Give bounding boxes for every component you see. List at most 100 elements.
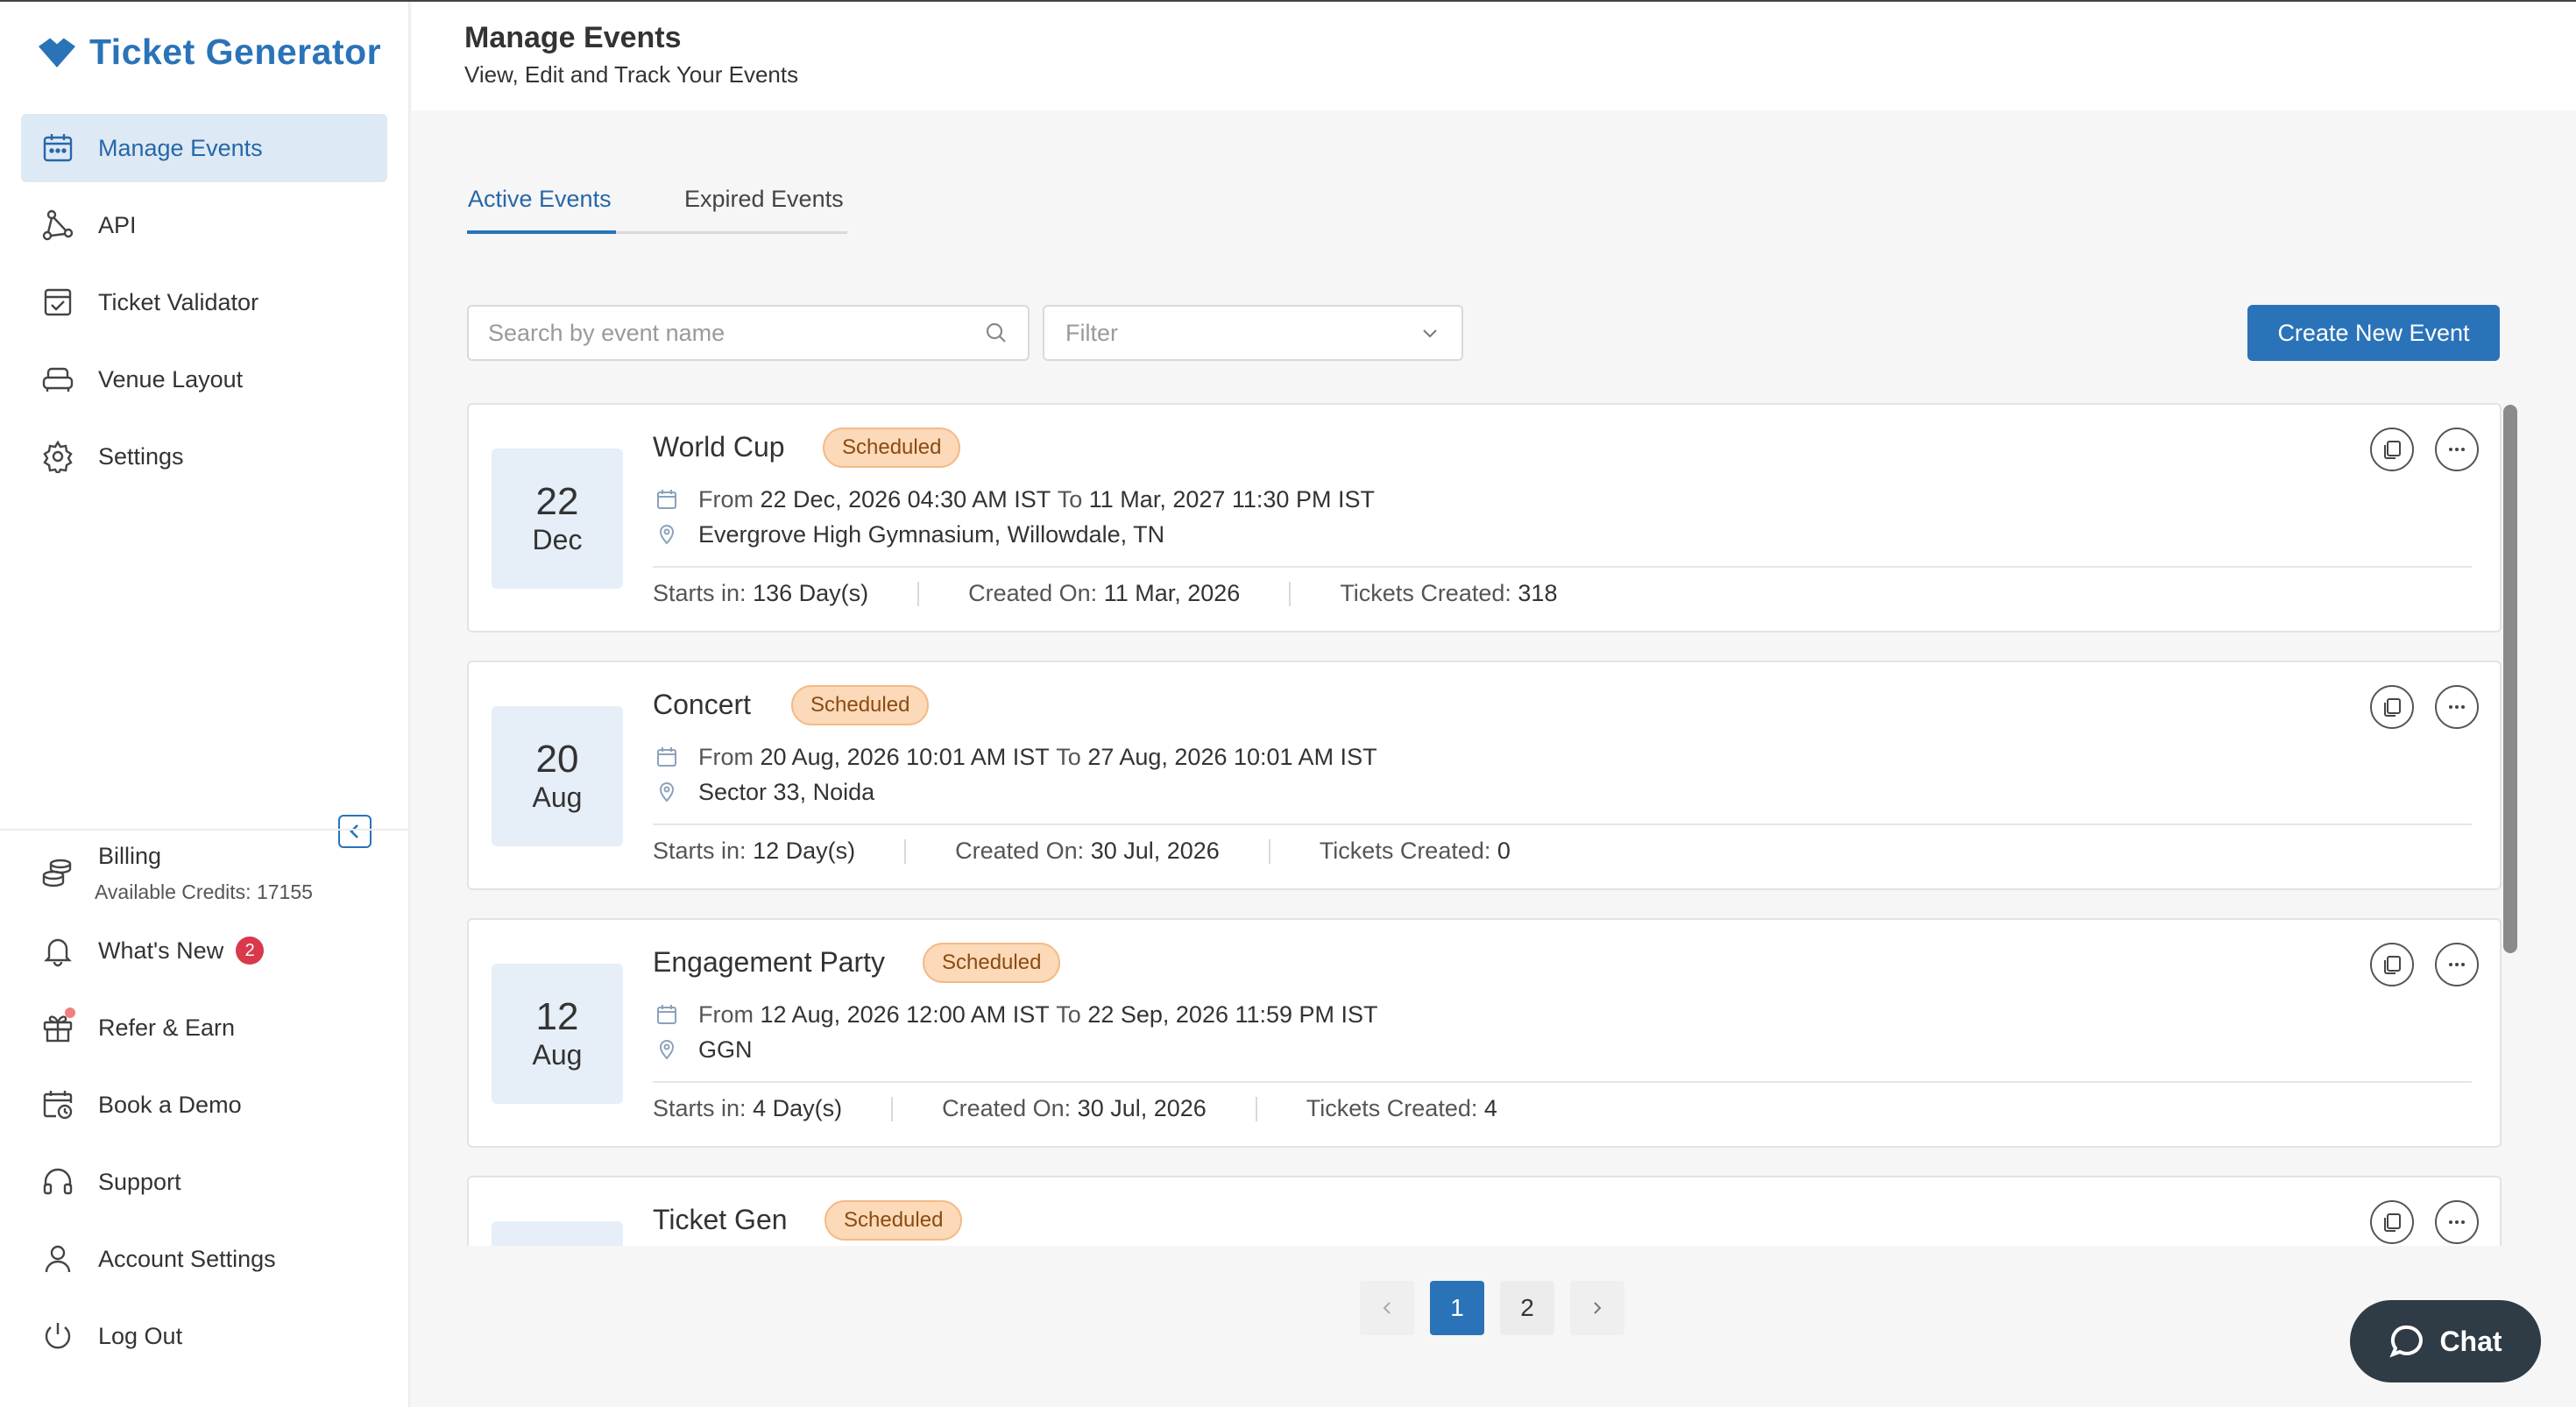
event-date-box: 22 Dec [492,449,623,589]
sidebar-item-label: Settings [98,442,184,470]
more-options-button[interactable] [2435,1200,2479,1244]
created-on-label: Created On: [942,1095,1072,1121]
status-badge: Scheduled [823,428,961,468]
event-card[interactable]: 22 Dec World Cup Scheduled From 22 Dec, … [467,403,2502,633]
event-card[interactable]: Ticket Gen Scheduled [467,1176,2502,1246]
copy-icon [2384,441,2401,459]
event-to: 27 Aug, 2026 10:01 AM IST [1087,743,1377,770]
sidebar-item-whats-new[interactable]: What's New 2 [21,916,387,985]
calendar-clock-icon [40,1087,75,1122]
scrollbar-thumb[interactable] [2503,405,2517,953]
more-options-button[interactable] [2435,943,2479,986]
api-icon [40,208,75,243]
chat-bubble-icon [2389,1325,2424,1358]
more-horizontal-icon [2449,705,2465,709]
card-divider [653,1081,2472,1083]
sidebar-divider [0,829,408,831]
event-card[interactable]: 20 Aug Concert Scheduled From 20 Aug, 20… [467,661,2502,890]
starts-in-value: 136 Day(s) [753,580,869,606]
event-card[interactable]: 12 Aug Engagement Party Scheduled From 1… [467,918,2502,1148]
more-options-button[interactable] [2435,685,2479,729]
search-input[interactable] [488,319,984,347]
stat-divider [1289,581,1292,606]
event-location: Evergrove High Gymnasium, Willowdale, TN [653,520,1164,548]
event-from: 12 Aug, 2026 12:00 AM IST [760,1000,1050,1028]
page-title: Manage Events [464,21,682,54]
tickets-created-value: 0 [1497,838,1511,864]
sidebar-item-support[interactable]: Support [21,1148,387,1216]
more-horizontal-icon [2449,448,2465,451]
location-pin-icon [653,520,681,548]
duplicate-event-button[interactable] [2370,943,2414,986]
event-name[interactable]: Engagement Party [653,946,885,979]
sidebar-item-api[interactable]: API [21,191,387,259]
bell-icon [40,933,75,968]
starts-in-value: 4 Day(s) [753,1095,843,1121]
chevron-right-icon [1594,1302,1602,1314]
app-logo[interactable]: Ticket Generator [35,32,381,73]
to-label: To [1056,743,1081,770]
event-stats: Starts in: 136 Day(s) Created On: 11 Mar… [653,580,1557,607]
event-name[interactable]: Ticket Gen [653,1204,788,1236]
event-location: Sector 33, Noida [653,778,874,806]
more-options-button[interactable] [2435,428,2479,471]
created-on-value: 11 Mar, 2026 [1103,580,1241,606]
status-badge: Scheduled [824,1200,963,1241]
duplicate-event-button[interactable] [2370,428,2414,471]
sidebar-item-label: Ticket Validator [98,288,259,315]
event-month: Aug [532,781,583,813]
page-1-button[interactable]: 1 [1430,1281,1484,1335]
page-subtitle: View, Edit and Track Your Events [464,61,799,88]
page-2-button[interactable]: 2 [1500,1281,1554,1335]
duplicate-event-button[interactable] [2370,1200,2414,1244]
sidebar-item-account-settings[interactable]: Account Settings [21,1225,387,1293]
gear-icon [40,439,75,474]
event-date-box: 20 Aug [492,706,623,846]
event-from: 22 Dec, 2026 04:30 AM IST [760,485,1051,513]
page-header: Manage Events View, Edit and Track Your … [412,2,2576,110]
tickets-created-label: Tickets Created: [1306,1095,1478,1121]
sidebar-item-book-demo[interactable]: Book a Demo [21,1071,387,1139]
sidebar-item-settings[interactable]: Settings [21,422,387,491]
chat-widget-button[interactable]: Chat [2350,1300,2541,1382]
to-label: To [1057,485,1083,513]
calendar-small-icon [653,485,681,513]
sofa-icon [40,362,75,397]
copy-icon [2384,1213,2401,1232]
tab-active-events[interactable]: Active Events [468,186,612,213]
sidebar-item-label: Manage Events [98,134,263,161]
prev-page-button[interactable] [1360,1281,1414,1335]
search-icon [986,322,1006,343]
more-horizontal-icon [2449,963,2465,966]
sidebar-item-ticket-validator[interactable]: Ticket Validator [21,268,387,336]
app-name: Ticket Generator [89,32,382,72]
event-location: GGN [653,1036,753,1064]
chat-label: Chat [2439,1325,2502,1357]
available-credits: Available Credits: 17155 [95,880,313,903]
created-on-label: Created On: [968,580,1098,606]
event-name[interactable]: World Cup [653,431,785,463]
sidebar-item-label: Book a Demo [98,1091,242,1118]
event-date-box [492,1221,623,1246]
sidebar-item-refer-earn[interactable]: Refer & Earn [21,993,387,1062]
duplicate-event-button[interactable] [2370,685,2414,729]
sidebar-item-log-out[interactable]: Log Out [21,1302,387,1370]
sidebar-item-manage-events[interactable]: Manage Events [21,114,387,182]
chevron-left-icon [1383,1302,1391,1314]
filter-select[interactable]: Filter [1043,305,1463,361]
location-pin-icon [653,1036,681,1064]
sidebar-item-label: What's New [98,937,224,964]
sidebar-item-venue-layout[interactable]: Venue Layout [21,345,387,414]
location-text: Sector 33, Noida [698,778,875,805]
unread-dot [65,1008,75,1018]
created-on-label: Created On: [955,838,1085,864]
event-stats: Starts in: 12 Day(s) Created On: 30 Jul,… [653,838,1511,865]
card-divider [653,566,2472,568]
event-from: 20 Aug, 2026 10:01 AM IST [760,743,1050,770]
event-name[interactable]: Concert [653,689,751,721]
next-page-button[interactable] [1570,1281,1624,1335]
tab-expired-events[interactable]: Expired Events [684,186,844,213]
stat-divider [1255,1096,1257,1121]
starts-in-label: Starts in: [653,580,747,606]
create-new-event-button[interactable]: Create New Event [2247,305,2500,361]
